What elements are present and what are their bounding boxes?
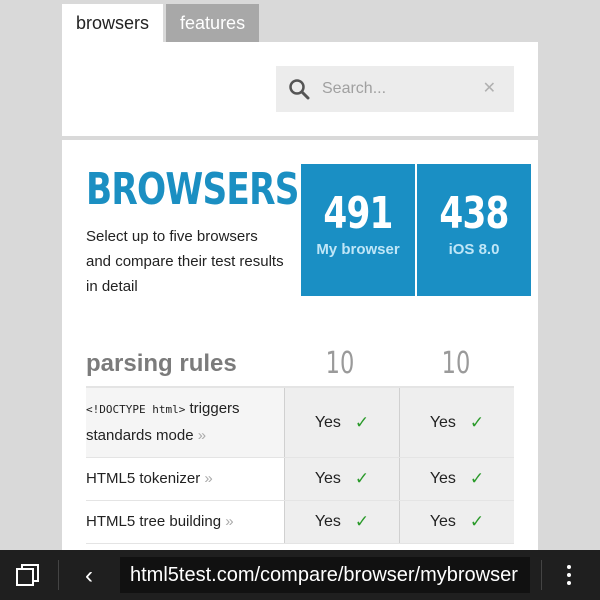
check-icon: ✓ <box>354 412 370 432</box>
result-value: Yes <box>429 413 456 431</box>
overflow-menu-icon[interactable] <box>565 565 573 587</box>
result-cell: Yes ✓ <box>284 388 399 457</box>
close-icon[interactable]: ✕ <box>483 78 496 98</box>
divider <box>541 560 542 590</box>
tab-browsers[interactable]: browsers <box>62 4 164 42</box>
search-box[interactable]: ✕ <box>276 66 514 112</box>
result-cell: Yes ✓ <box>284 458 399 500</box>
result-cell: Yes ✓ <box>284 501 399 543</box>
result-value: Yes <box>314 413 341 431</box>
search-icon <box>276 66 322 112</box>
table-row: <!DOCTYPE html> triggers standards mode … <box>86 388 514 458</box>
chevron-right-icon: » <box>225 513 234 530</box>
result-value: Yes <box>314 513 341 530</box>
result-cell: Yes ✓ <box>399 458 514 500</box>
divider <box>58 560 59 590</box>
row-label-text: HTML5 tree building <box>86 513 222 530</box>
result-cell: Yes ✓ <box>399 388 514 457</box>
browser-toolbar: ‹ html5test.com/compare/browser/mybrowse… <box>0 550 600 600</box>
column-score: 10 <box>441 346 471 381</box>
check-icon: ✓ <box>354 469 370 488</box>
score-label: My browser <box>316 241 400 258</box>
chevron-right-icon: » <box>197 427 207 444</box>
result-value: Yes <box>429 470 456 487</box>
result-cell: Yes ✓ <box>399 501 514 543</box>
table-row: HTML5 tree building » Yes ✓ Yes ✓ <box>86 501 514 544</box>
row-label[interactable]: <!DOCTYPE html> triggers standards mode … <box>86 388 284 457</box>
row-label[interactable]: HTML5 tree building » <box>86 501 284 543</box>
main-panel: BROWSERS Select up to five browsers and … <box>62 140 538 560</box>
back-icon[interactable]: ‹ <box>78 562 100 590</box>
search-panel: ✕ <box>62 42 538 136</box>
results-table: <!DOCTYPE html> triggers standards mode … <box>86 386 514 544</box>
column-score: 10 <box>325 346 355 381</box>
page-title: BROWSERS <box>86 164 299 215</box>
code-snippet: <!DOCTYPE html> <box>86 403 186 416</box>
score-box-my-browser[interactable]: 491 My browser <box>301 164 415 296</box>
row-label[interactable]: HTML5 tokenizer » <box>86 458 284 500</box>
row-label-text: HTML5 tokenizer <box>86 470 201 487</box>
table-row: HTML5 tokenizer » Yes ✓ Yes ✓ <box>86 458 514 501</box>
score-value: 438 <box>439 188 509 239</box>
section-title: parsing rules <box>86 350 237 377</box>
address-bar[interactable]: html5test.com/compare/browser/mybrowser <box>120 557 530 593</box>
chevron-right-icon: » <box>204 470 213 487</box>
check-icon: ✓ <box>469 512 485 531</box>
result-value: Yes <box>429 513 456 530</box>
score-label: iOS 8.0 <box>448 241 500 258</box>
score-value: 491 <box>323 188 393 239</box>
tab-features[interactable]: features <box>166 4 260 42</box>
score-box-ios[interactable]: 438 iOS 8.0 <box>417 164 531 296</box>
search-input[interactable] <box>322 80 472 98</box>
result-value: Yes <box>314 470 341 487</box>
tabs-icon[interactable] <box>16 564 40 586</box>
page-description: Select up to five browsers and compare t… <box>86 228 284 295</box>
check-icon: ✓ <box>354 512 370 531</box>
tab-bar: browsers features <box>62 4 260 42</box>
check-icon: ✓ <box>469 412 485 432</box>
check-icon: ✓ <box>469 469 485 488</box>
